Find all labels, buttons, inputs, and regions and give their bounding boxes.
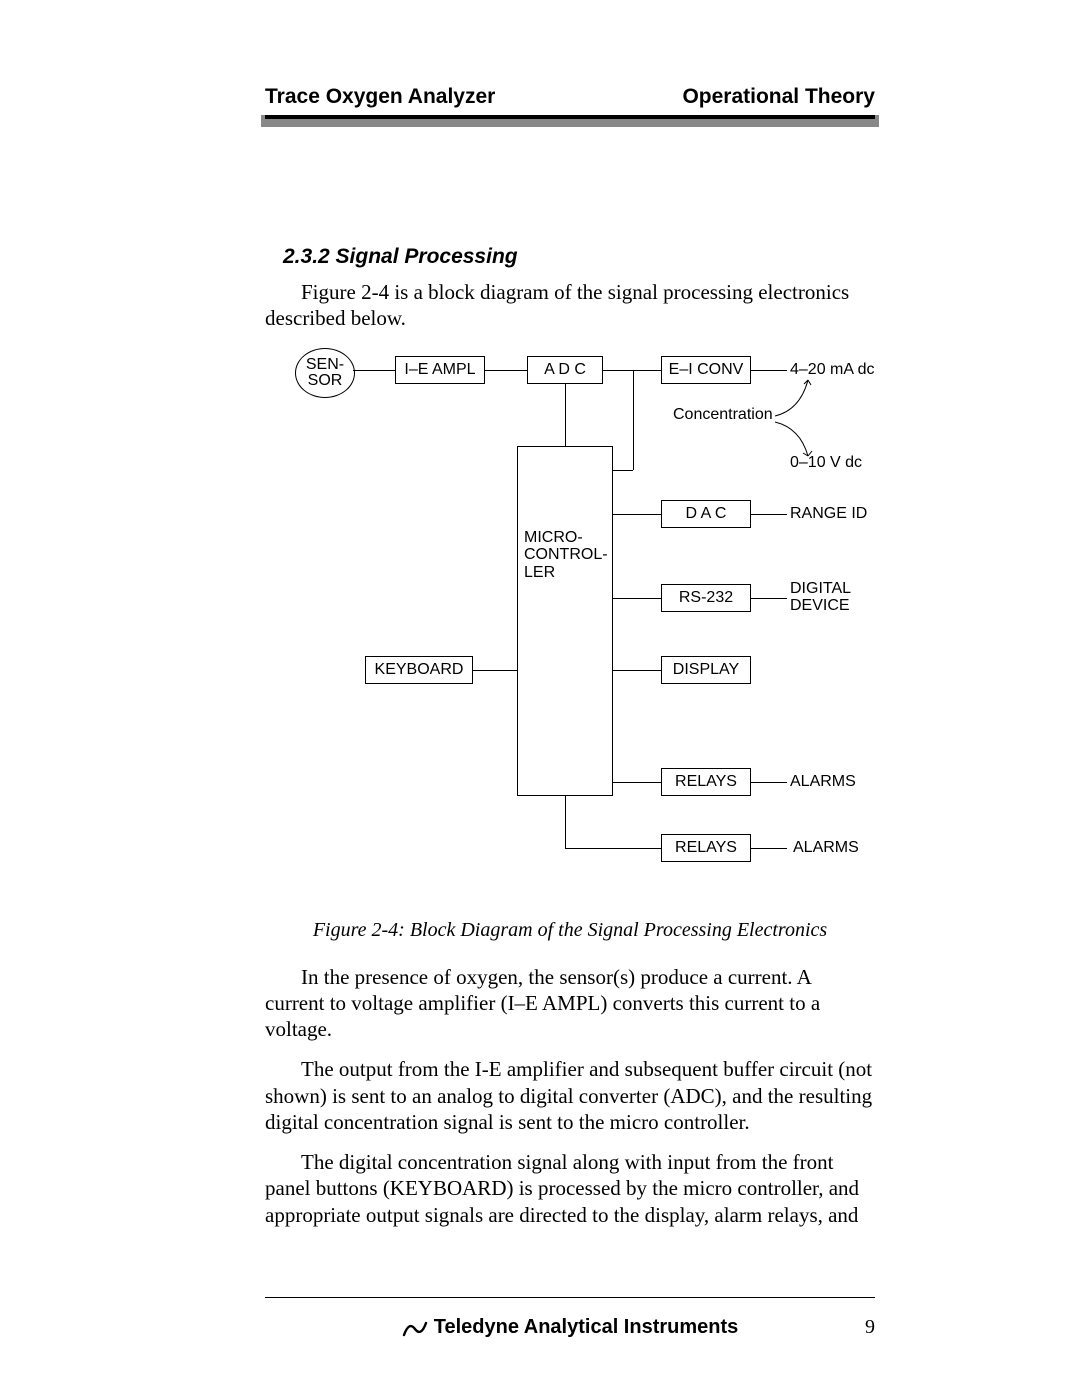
- figure-caption: Figure 2-4: Block Diagram of the Signal …: [265, 919, 875, 942]
- display-block: DISPLAY: [661, 656, 751, 684]
- page-number: 9: [865, 1316, 875, 1339]
- line-adc-eiconv: [603, 370, 661, 371]
- footer-brand-wrap: Teledyne Analytical Instruments: [265, 1316, 875, 1343]
- footer-rule: [265, 1297, 875, 1298]
- line-dac-range: [751, 514, 787, 515]
- intro-paragraph: Figure 2-4 is a block diagram of the sig…: [265, 279, 875, 332]
- page-header: Trace Oxygen Analyzer Operational Theory: [265, 85, 875, 119]
- eiconv-block: E–I CONV: [661, 356, 751, 384]
- relays2-block: RELAYS: [661, 834, 751, 862]
- header-right: Operational Theory: [682, 85, 875, 109]
- keyboard-block: KEYBOARD: [365, 656, 473, 684]
- header-rule: [265, 115, 875, 119]
- paragraph-3-text: The digital concentration signal along w…: [265, 1150, 859, 1227]
- line-ieampl-adc: [485, 370, 527, 371]
- line-micro-relays1: [613, 782, 661, 783]
- adc-block: A D C: [527, 356, 603, 384]
- line-rs232-dev: [751, 598, 787, 599]
- line-stub-top: [613, 470, 633, 471]
- line-relays1-alarm: [751, 782, 787, 783]
- line-micro-down: [565, 796, 566, 848]
- page-footer: Teledyne Analytical Instruments 9: [265, 1297, 875, 1342]
- digitaldevice-label: DIGITAL DEVICE: [790, 580, 851, 615]
- content-area: 2.3.2 Signal Processing Figure 2-4 is a …: [265, 245, 875, 1242]
- microcontroller-block: MICRO- CONTROL- LER: [517, 446, 613, 796]
- line-micro-dac: [613, 514, 661, 515]
- relays1-block: RELAYS: [661, 768, 751, 796]
- footer-brand: Teledyne Analytical Instruments: [434, 1316, 739, 1338]
- teledyne-logo-icon: [402, 1319, 428, 1343]
- line-down-relays2: [565, 848, 661, 849]
- concentration-arrows-icon: [770, 374, 820, 464]
- alarms2-label: ALARMS: [793, 839, 859, 857]
- header-left: Trace Oxygen Analyzer: [265, 85, 495, 109]
- dac-block: D A C: [661, 500, 751, 528]
- rs232-block: RS-232: [661, 584, 751, 612]
- output-0-10v: 0–10 V dc: [790, 454, 862, 472]
- line-branch-up: [633, 370, 634, 470]
- line-micro-rs232: [613, 598, 661, 599]
- ieampl-block: I–E AMPL: [395, 356, 485, 384]
- line-keyboard-micro: [473, 670, 517, 671]
- sensor-block: SEN- SOR: [295, 348, 355, 398]
- rangeid-label: RANGE ID: [790, 505, 867, 523]
- paragraph-2-text: The output from the I-E amplifier and su…: [265, 1057, 872, 1134]
- block-diagram: SEN- SOR I–E AMPL A D C E–I CONV 4–20 mA…: [265, 346, 875, 901]
- line-relays2-alarm: [751, 848, 787, 849]
- concentration-label: Concentration: [673, 406, 773, 424]
- alarms1-label: ALARMS: [790, 773, 856, 791]
- section-heading: 2.3.2 Signal Processing: [283, 245, 875, 269]
- paragraph-2: The output from the I-E amplifier and su…: [265, 1056, 875, 1135]
- line-sensor-ieampl: [353, 370, 395, 371]
- line-micro-display: [613, 670, 661, 671]
- paragraph-1: In the presence of oxygen, the sensor(s)…: [265, 964, 875, 1043]
- line-adc-micro: [565, 384, 566, 446]
- line-eiconv-420: [751, 370, 787, 371]
- intro-text: Figure 2-4 is a block diagram of the sig…: [265, 280, 849, 330]
- paragraph-1-text: In the presence of oxygen, the sensor(s)…: [265, 965, 820, 1042]
- paragraph-3: The digital concentration signal along w…: [265, 1149, 875, 1228]
